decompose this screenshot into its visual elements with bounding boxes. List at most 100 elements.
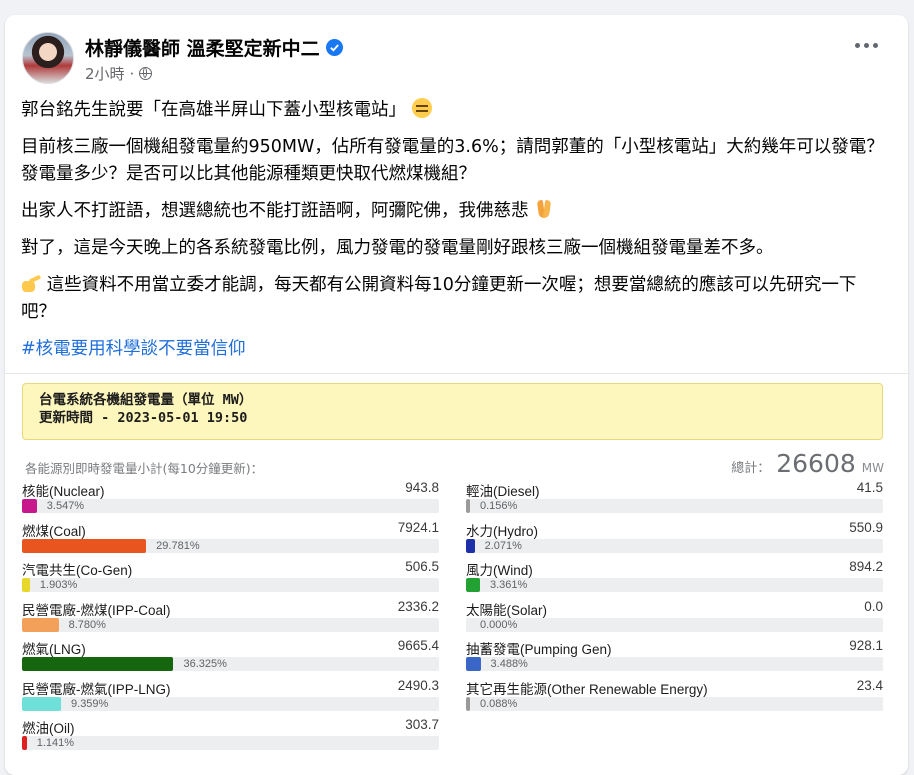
energy-bar <box>22 617 59 632</box>
energy-value: 23.4 <box>856 677 883 693</box>
paragraph-text: 對了，這是今天晚上的各系統發電比例，風力發電的發電量剛好跟核三廠一個機組發電量差… <box>21 238 774 258</box>
energy-percent: 9.359% <box>71 697 109 710</box>
energy-label: 抽蓄發電(Pumping Gen) <box>466 642 612 657</box>
energy-row: 民營電廠-燃煤(IPP-Coal) 2336.2 8.780% <box>22 599 439 639</box>
energy-bar-track <box>22 578 439 592</box>
energy-bar-track <box>22 736 439 750</box>
chart-title: 台電系統各機組發電量（單位 MW） <box>39 392 253 408</box>
energy-label: 民營電廠-燃煤(IPP-Coal) <box>22 602 171 618</box>
energy-bar-track <box>466 696 883 711</box>
post-paragraph: 對了，這是今天晚上的各系統發電比例，風力發電的發電量剛好跟核三廠一個機組發電量差… <box>21 235 891 262</box>
post-paragraph: 郭台銘先生說要「在高雄半屏山下蓋小型核電站」 <box>21 97 891 124</box>
folded-hands-icon <box>534 199 554 219</box>
avatar[interactable] <box>22 32 74 84</box>
energy-row: 太陽能(Solar) 0.0 0.000% <box>466 599 883 639</box>
energy-percent: 3.488% <box>490 658 528 670</box>
post-meta: 2小時 · <box>85 63 153 84</box>
energy-bar <box>466 499 470 513</box>
total-label: 總計： <box>731 461 771 476</box>
energy-percent: 36.325% <box>183 658 227 670</box>
energy-bar-track <box>466 617 883 632</box>
energy-bar-track <box>466 657 883 671</box>
post-paragraph: 目前核三廠一個機組發電量約950MW，佔所有發電量的3.6%；請問郭董的「小型核… <box>21 134 891 188</box>
energy-bar <box>466 696 470 711</box>
energy-bar <box>466 657 481 671</box>
energy-bar <box>22 578 30 592</box>
energy-percent: 1.141% <box>36 737 75 749</box>
energy-value: 41.5 <box>856 480 883 495</box>
total-readout: 總計： 26608 MW <box>731 449 884 478</box>
energy-bar-track <box>466 538 883 553</box>
verified-badge-icon <box>325 39 343 56</box>
more-options-button[interactable] <box>855 43 878 48</box>
energy-value: 2490.3 <box>397 677 439 693</box>
chart-subtitle: 更新時間 - 2023-05-01 19:50 <box>39 410 248 426</box>
energy-row: 核能(Nuclear) 943.8 3.547% <box>22 480 439 520</box>
energy-bar-track <box>466 499 883 513</box>
energy-label: 汽電共生(Co-Gen) <box>22 563 133 578</box>
pointing-hand-icon <box>21 273 41 293</box>
energy-label: 核能(Nuclear) <box>22 484 105 499</box>
dot-icon <box>864 43 869 48</box>
energy-label: 太陽能(Solar) <box>466 602 548 618</box>
paragraph-text: 這些資料不用當立委才能調，每天都有公開資料每10分鐘更新一次喔；想要當總統的應該… <box>21 275 857 322</box>
energy-value: 0.0 <box>864 598 883 614</box>
total-unit: MW <box>861 461 884 475</box>
energy-label: 風力(Wind) <box>466 563 533 578</box>
energy-row: 其它再生能源(Other Renewable Energy) 23.4 0.088% <box>466 678 883 718</box>
energy-percent: 0.000% <box>480 618 518 631</box>
energy-column-right: 輕油(Diesel) 41.5 0.156% 水力(Hydro) 550.9 2.071%… <box>466 480 883 717</box>
energy-bar <box>22 499 37 513</box>
post-header: 林靜儀醫師 溫柔堅定新中二 2小時 · <box>5 15 908 95</box>
paragraph-text: 目前核三廠一個機組發電量約950MW，佔所有發電量的3.6%；請問郭董的「小型核… <box>21 137 884 184</box>
energy-bar <box>22 538 147 553</box>
author-name[interactable]: 林靜儀醫師 溫柔堅定新中二 <box>85 34 320 61</box>
post-paragraph: 這些資料不用當立委才能調，每天都有公開資料每10分鐘更新一次喔；想要當總統的應該… <box>21 272 891 326</box>
energy-percent: 2.071% <box>484 539 522 552</box>
energy-percent: 0.088% <box>480 697 518 710</box>
dot-icon <box>855 43 860 48</box>
hashtag-link[interactable]: #核電要用科學談不要當信仰 <box>21 339 246 359</box>
energy-row: 抽蓄發電(Pumping Gen) 928.1 3.488% <box>466 638 883 678</box>
dot-icon <box>873 43 878 48</box>
energy-row: 風力(Wind) 894.2 3.361% <box>466 559 883 599</box>
energy-value: 7924.1 <box>397 519 439 535</box>
post-image[interactable]: 台電系統各機組發電量（單位 MW） 更新時間 - 2023-05-01 19:5… <box>5 373 908 775</box>
post-time[interactable]: 2小時 <box>85 63 125 84</box>
total-value: 26608 <box>776 449 856 478</box>
energy-percent: 8.780% <box>68 618 106 631</box>
energy-percent: 3.547% <box>46 500 85 512</box>
energy-percent: 0.156% <box>480 500 518 512</box>
chart-caption: 各能源別即時發電量小計(每10分鐘更新)： <box>25 461 264 476</box>
energy-bar <box>22 657 174 671</box>
energy-row: 水力(Hydro) 550.9 2.071% <box>466 520 883 560</box>
post-paragraph: #核電要用科學談不要當信仰 <box>21 336 891 363</box>
paragraph-text: 出家人不打誑語，想選總統也不能打誑語啊，阿彌陀佛，我佛慈悲 <box>21 201 529 221</box>
energy-label: 其它再生能源(Other Renewable Energy) <box>466 681 708 697</box>
energy-percent: 3.361% <box>490 579 528 591</box>
energy-row: 燃煤(Coal) 7924.1 29.781% <box>22 520 439 560</box>
energy-value: 550.9 <box>849 519 883 535</box>
energy-bar-track <box>22 657 439 671</box>
energy-label: 民營電廠-燃氣(IPP-LNG) <box>22 681 171 697</box>
chart-header-box: 台電系統各機組發電量（單位 MW） 更新時間 - 2023-05-01 19:5… <box>22 383 883 440</box>
energy-column-left: 核能(Nuclear) 943.8 3.547% 燃煤(Coal) 7924.1 29.7… <box>22 480 439 757</box>
globe-icon[interactable] <box>139 67 153 80</box>
energy-label: 燃煤(Coal) <box>22 523 86 539</box>
energy-label: 水力(Hydro) <box>466 523 539 539</box>
post-card: 林靜儀醫師 溫柔堅定新中二 2小時 · 郭台銘先生說要「在高雄半屏山下蓋小型核電… <box>5 15 908 775</box>
energy-value: 928.1 <box>849 638 883 653</box>
energy-row: 民營電廠-燃氣(IPP-LNG) 2490.3 9.359% <box>22 678 439 718</box>
energy-label: 燃氣(LNG) <box>22 642 86 657</box>
meta-separator: · <box>129 64 135 83</box>
author-line: 林靜儀醫師 溫柔堅定新中二 <box>85 34 343 61</box>
energy-percent: 29.781% <box>156 539 200 552</box>
energy-bar-track <box>466 578 883 592</box>
energy-value: 303.7 <box>405 717 439 732</box>
energy-value: 2336.2 <box>397 598 439 614</box>
expressionless-face-icon <box>411 98 432 118</box>
energy-percent: 1.903% <box>39 579 78 591</box>
energy-label: 燃油(Oil) <box>22 721 75 736</box>
energy-bar <box>466 538 475 553</box>
energy-bar-track <box>22 538 439 553</box>
